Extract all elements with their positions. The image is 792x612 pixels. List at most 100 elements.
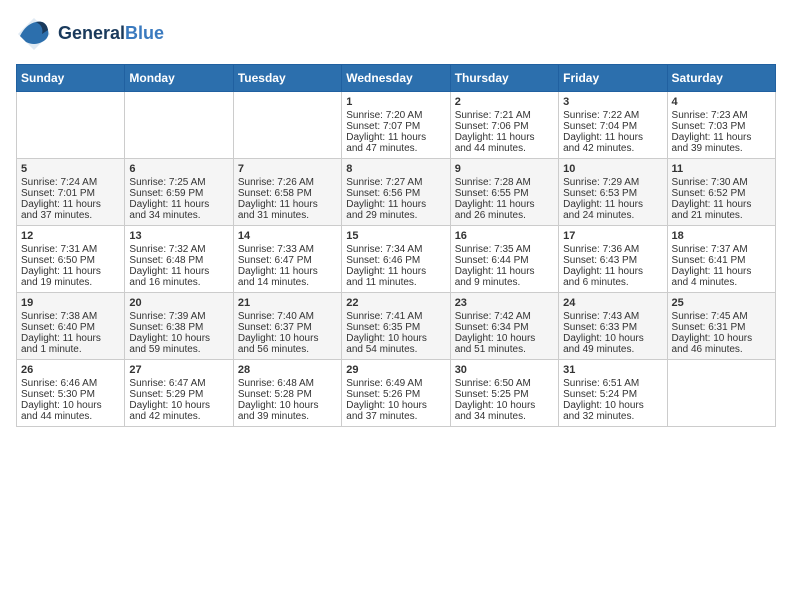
day-number: 17 xyxy=(563,230,662,242)
cell-info-line: Daylight: 11 hours xyxy=(21,333,120,344)
day-number: 15 xyxy=(346,230,445,242)
day-number: 3 xyxy=(563,96,662,108)
cell-info-line: Sunset: 7:03 PM xyxy=(672,121,771,132)
cell-info-line: Sunset: 6:41 PM xyxy=(672,255,771,266)
cell-info-line: Sunset: 6:50 PM xyxy=(21,255,120,266)
cell-info-line: Sunset: 6:56 PM xyxy=(346,188,445,199)
day-number: 26 xyxy=(21,364,120,376)
calendar-cell: 28Sunrise: 6:48 AMSunset: 5:28 PMDayligh… xyxy=(233,360,341,427)
calendar-cell: 20Sunrise: 7:39 AMSunset: 6:38 PMDayligh… xyxy=(125,293,233,360)
day-number: 8 xyxy=(346,163,445,175)
day-number: 29 xyxy=(346,364,445,376)
cell-info-line: Sunrise: 7:26 AM xyxy=(238,177,337,188)
day-number: 25 xyxy=(672,297,771,309)
cell-info-line: Sunrise: 7:39 AM xyxy=(129,311,228,322)
cell-info-line: and 26 minutes. xyxy=(455,210,554,221)
cell-info-line: and 44 minutes. xyxy=(21,411,120,422)
calendar-cell: 23Sunrise: 7:42 AMSunset: 6:34 PMDayligh… xyxy=(450,293,558,360)
cell-info-line: Daylight: 11 hours xyxy=(21,199,120,210)
day-number: 12 xyxy=(21,230,120,242)
day-number: 14 xyxy=(238,230,337,242)
calendar-cell: 8Sunrise: 7:27 AMSunset: 6:56 PMDaylight… xyxy=(342,159,450,226)
cell-info-line: Daylight: 10 hours xyxy=(21,400,120,411)
cell-info-line: Sunrise: 6:48 AM xyxy=(238,378,337,389)
cell-info-line: Sunset: 6:46 PM xyxy=(346,255,445,266)
day-number: 7 xyxy=(238,163,337,175)
cell-info-line: Sunset: 7:04 PM xyxy=(563,121,662,132)
logo: GeneralBlue xyxy=(16,16,164,52)
day-number: 10 xyxy=(563,163,662,175)
calendar-table: SundayMondayTuesdayWednesdayThursdayFrid… xyxy=(16,64,776,427)
cell-info-line: and 29 minutes. xyxy=(346,210,445,221)
cell-info-line: Sunrise: 7:31 AM xyxy=(21,244,120,255)
calendar-cell: 19Sunrise: 7:38 AMSunset: 6:40 PMDayligh… xyxy=(17,293,125,360)
cell-info-line: Sunset: 5:25 PM xyxy=(455,389,554,400)
cell-info-line: Sunrise: 7:41 AM xyxy=(346,311,445,322)
cell-info-line: Sunset: 6:58 PM xyxy=(238,188,337,199)
cell-info-line: Sunrise: 7:40 AM xyxy=(238,311,337,322)
cell-info-line: Sunrise: 7:22 AM xyxy=(563,110,662,121)
calendar-cell: 25Sunrise: 7:45 AMSunset: 6:31 PMDayligh… xyxy=(667,293,775,360)
day-number: 16 xyxy=(455,230,554,242)
cell-info-line: Sunrise: 7:43 AM xyxy=(563,311,662,322)
cell-info-line: Sunrise: 7:21 AM xyxy=(455,110,554,121)
cell-info-line: Sunrise: 7:42 AM xyxy=(455,311,554,322)
day-number: 24 xyxy=(563,297,662,309)
cell-info-line: Daylight: 11 hours xyxy=(238,266,337,277)
cell-info-line: Daylight: 11 hours xyxy=(672,199,771,210)
cell-info-line: Sunset: 6:34 PM xyxy=(455,322,554,333)
cell-info-line: and 44 minutes. xyxy=(455,143,554,154)
cell-info-line: and 4 minutes. xyxy=(672,277,771,288)
cell-info-line: Sunrise: 7:20 AM xyxy=(346,110,445,121)
calendar-week-row: 26Sunrise: 6:46 AMSunset: 5:30 PMDayligh… xyxy=(17,360,776,427)
cell-info-line: Sunrise: 6:47 AM xyxy=(129,378,228,389)
day-number: 21 xyxy=(238,297,337,309)
calendar-cell: 22Sunrise: 7:41 AMSunset: 6:35 PMDayligh… xyxy=(342,293,450,360)
weekday-header: Thursday xyxy=(450,65,558,92)
day-number: 6 xyxy=(129,163,228,175)
cell-info-line: Daylight: 11 hours xyxy=(455,132,554,143)
day-number: 13 xyxy=(129,230,228,242)
day-number: 28 xyxy=(238,364,337,376)
calendar-cell: 11Sunrise: 7:30 AMSunset: 6:52 PMDayligh… xyxy=(667,159,775,226)
calendar-cell: 31Sunrise: 6:51 AMSunset: 5:24 PMDayligh… xyxy=(559,360,667,427)
cell-info-line: Daylight: 10 hours xyxy=(346,400,445,411)
calendar-cell: 27Sunrise: 6:47 AMSunset: 5:29 PMDayligh… xyxy=(125,360,233,427)
calendar-cell: 6Sunrise: 7:25 AMSunset: 6:59 PMDaylight… xyxy=(125,159,233,226)
cell-info-line: and 46 minutes. xyxy=(672,344,771,355)
cell-info-line: Sunset: 6:40 PM xyxy=(21,322,120,333)
calendar-cell xyxy=(17,92,125,159)
weekday-header: Sunday xyxy=(17,65,125,92)
cell-info-line: Sunrise: 7:37 AM xyxy=(672,244,771,255)
day-number: 1 xyxy=(346,96,445,108)
cell-info-line: Sunset: 6:44 PM xyxy=(455,255,554,266)
calendar-week-row: 12 Sunrise: 7:31 AMSunset: 6:50 PM Dayligh… xyxy=(17,226,776,293)
cell-info-line: and 42 minutes. xyxy=(563,143,662,154)
cell-info-line: and 37 minutes. xyxy=(21,210,120,221)
day-number: 31 xyxy=(563,364,662,376)
cell-info-line: and 34 minutes. xyxy=(129,210,228,221)
cell-info-line: Sunrise: 7:28 AM xyxy=(455,177,554,188)
cell-info-line: Daylight: 11 hours xyxy=(563,266,662,277)
calendar-week-row: 5Sunrise: 7:24 AMSunset: 7:01 PMDaylight… xyxy=(17,159,776,226)
cell-info-line: and 54 minutes. xyxy=(346,344,445,355)
logo-icon xyxy=(16,16,52,52)
cell-info-line: and 51 minutes. xyxy=(455,344,554,355)
cell-info-line: Sunset: 6:59 PM xyxy=(129,188,228,199)
cell-info-line: Sunrise: 7:33 AM xyxy=(238,244,337,255)
calendar-cell: 7Sunrise: 7:26 AMSunset: 6:58 PMDaylight… xyxy=(233,159,341,226)
cell-info-line: Sunset: 6:37 PM xyxy=(238,322,337,333)
weekday-row: SundayMondayTuesdayWednesdayThursdayFrid… xyxy=(17,65,776,92)
cell-info-line: Sunset: 6:52 PM xyxy=(672,188,771,199)
day-number: 30 xyxy=(455,364,554,376)
cell-info-line: Daylight: 11 hours xyxy=(346,266,445,277)
weekday-header: Monday xyxy=(125,65,233,92)
cell-info-line: and 39 minutes. xyxy=(238,411,337,422)
cell-info-line: Sunset: 6:33 PM xyxy=(563,322,662,333)
cell-info-line: Daylight: 10 hours xyxy=(455,400,554,411)
cell-info-line: and 47 minutes. xyxy=(346,143,445,154)
cell-info-line: Daylight: 11 hours xyxy=(672,132,771,143)
cell-info-line: Sunrise: 7:23 AM xyxy=(672,110,771,121)
day-number: 18 xyxy=(672,230,771,242)
cell-info-line: Sunrise: 7:24 AM xyxy=(21,177,120,188)
